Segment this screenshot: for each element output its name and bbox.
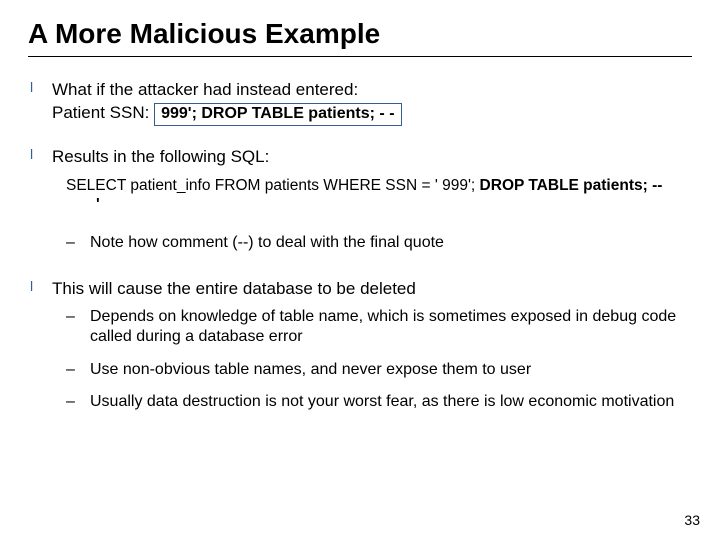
bullet-1-text: What if the attacker had instead entered…: [52, 80, 358, 99]
bullet-1: What if the attacker had instead entered…: [52, 79, 692, 126]
sql-part2: DROP TABLE patients; --: [475, 177, 662, 194]
page-number: 33: [684, 512, 700, 528]
slide: A More Malicious Example What if the att…: [0, 0, 720, 540]
sql-part3: ': [96, 196, 100, 213]
slide-title: A More Malicious Example: [28, 18, 692, 50]
sql-block: SELECT patient_info FROM patients WHERE …: [66, 176, 692, 216]
ssn-label: Patient SSN:: [52, 103, 149, 122]
bullet-3-sub3: Usually data destruction is not your wor…: [66, 392, 692, 412]
bullet-2-sub1: Note how comment (--) to deal with the f…: [66, 233, 692, 253]
bullet-3: This will cause the entire database to b…: [52, 278, 692, 413]
bullet-3-sub1: Depends on knowledge of table name, whic…: [66, 307, 692, 348]
ssn-line: Patient SSN: 999'; DROP TABLE patients; …: [52, 102, 692, 126]
bullet-2-sublist: Note how comment (--) to deal with the f…: [66, 233, 692, 253]
ssn-input-box: 999'; DROP TABLE patients; - -: [154, 103, 401, 126]
bullet-3-sublist: Depends on knowledge of table name, whic…: [66, 307, 692, 413]
bullet-list: What if the attacker had instead entered…: [28, 79, 692, 413]
title-rule: [28, 56, 692, 57]
bullet-2-text: Results in the following SQL:: [52, 147, 269, 166]
bullet-2: Results in the following SQL: SELECT pat…: [52, 146, 692, 253]
bullet-3-text: This will cause the entire database to b…: [52, 279, 416, 298]
bullet-3-sub2: Use non-obvious table names, and never e…: [66, 360, 692, 380]
sql-part1: SELECT patient_info FROM patients WHERE …: [66, 177, 475, 194]
